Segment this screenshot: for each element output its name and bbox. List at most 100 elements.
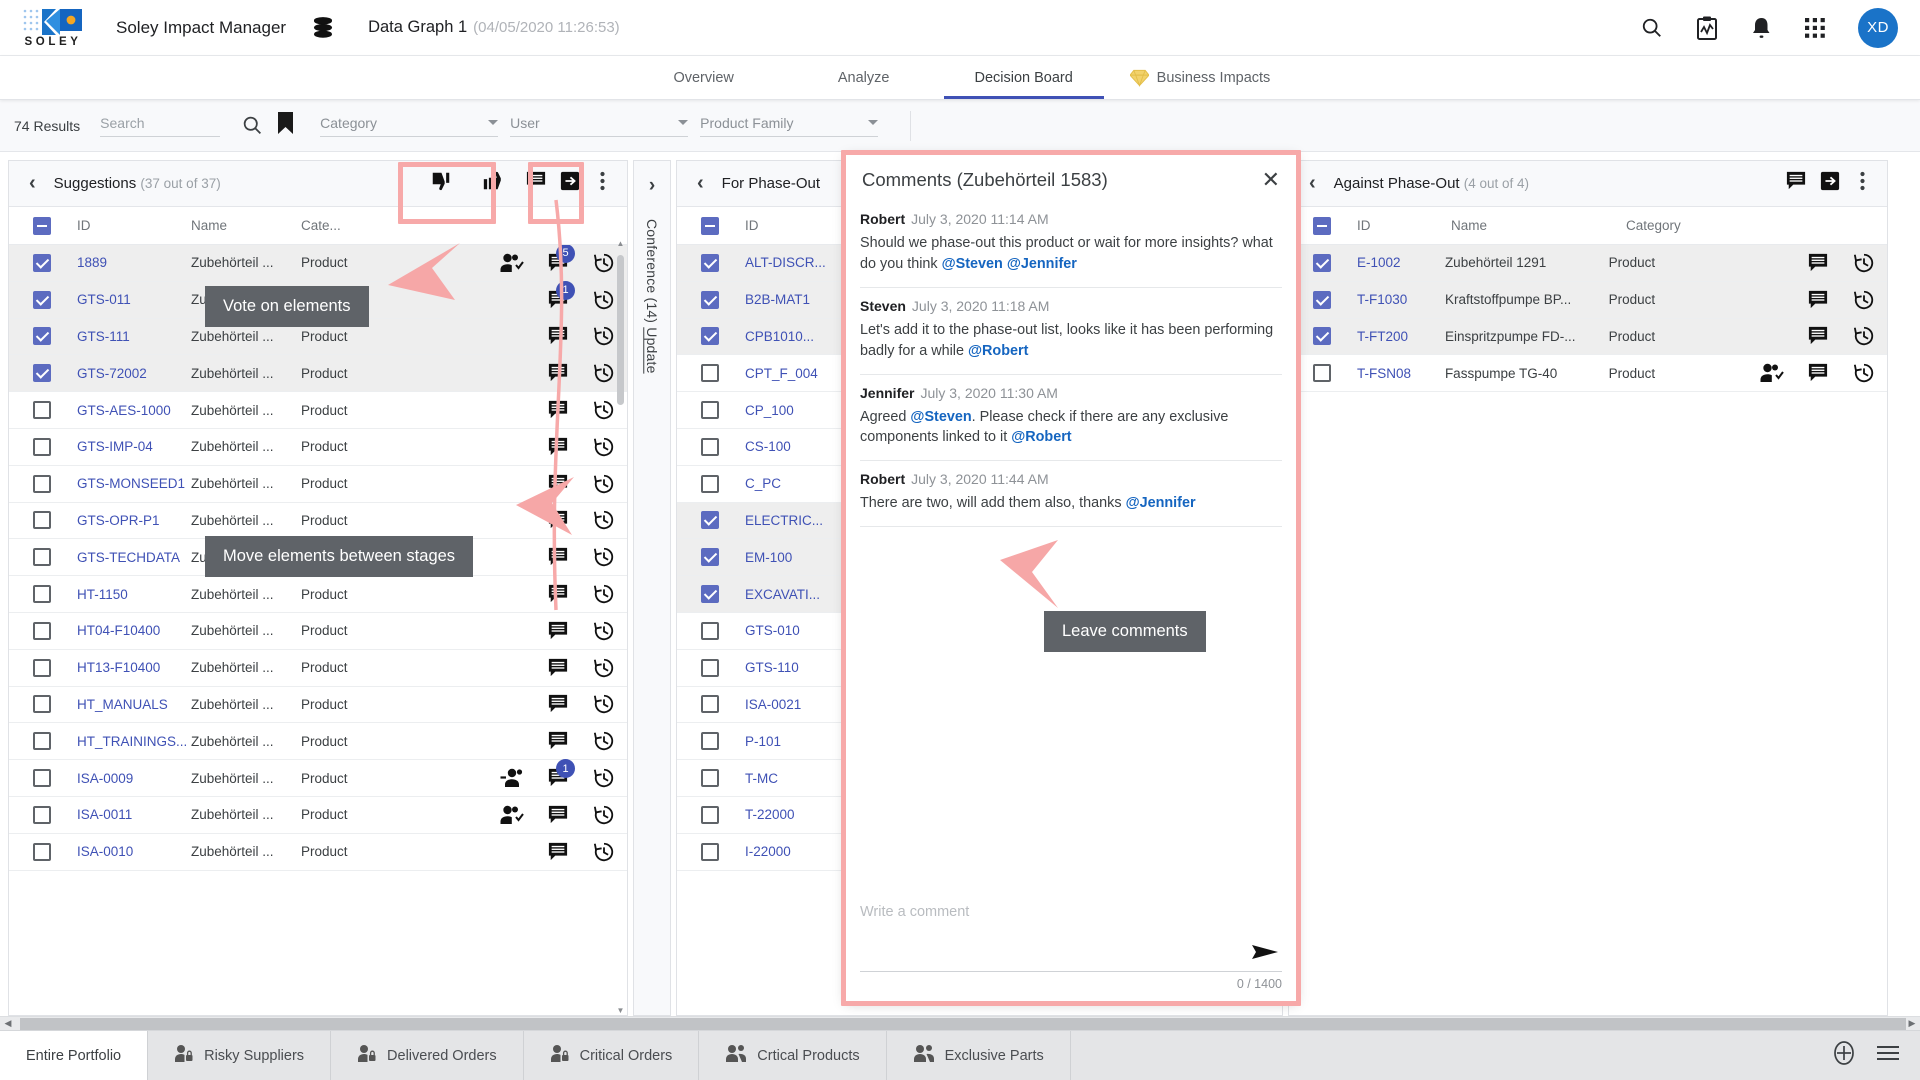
- row-checkbox[interactable]: [1313, 364, 1331, 383]
- comment-icon[interactable]: [535, 326, 581, 346]
- move-right-icon[interactable]: [1820, 171, 1840, 196]
- table-row[interactable]: 1889 Zubehörteil ... Product 5: [9, 245, 627, 282]
- mention-link[interactable]: @Jennifer: [1007, 256, 1077, 272]
- row-checkbox[interactable]: [33, 732, 51, 751]
- horizontal-scrollbar[interactable]: ◀ ▶: [0, 1016, 1920, 1030]
- bottom-tab-exclusive-parts[interactable]: Exclusive Parts: [887, 1031, 1071, 1080]
- suggestions-scrollbar[interactable]: ▲ ▼: [616, 239, 625, 1015]
- table-row[interactable]: GTS-IMP-04 Zubehörteil ... Product: [9, 429, 627, 466]
- table-row[interactable]: ISA-0009 Zubehörteil ... Product 1: [9, 759, 627, 797]
- row-checkbox[interactable]: [33, 290, 51, 309]
- row-checkbox[interactable]: [33, 805, 51, 824]
- tab-business-impacts[interactable]: Business Impacts: [1104, 56, 1297, 99]
- table-row[interactable]: T-F1030 Kraftstoffpumpe BP... Product: [1289, 281, 1887, 319]
- comment-icon[interactable]: [535, 510, 581, 530]
- comment-textarea[interactable]: Write a comment: [860, 900, 1282, 972]
- comment-icon[interactable]: [535, 805, 581, 825]
- cell-id[interactable]: P-101: [719, 734, 859, 749]
- row-checkbox[interactable]: [701, 327, 719, 346]
- thumbs-up-icon[interactable]: [474, 170, 512, 197]
- cell-id[interactable]: HT_MANUALS: [51, 697, 191, 712]
- comment-icon[interactable]: 1: [535, 280, 581, 310]
- cell-id[interactable]: EM-100: [719, 550, 859, 565]
- row-checkbox[interactable]: [33, 364, 51, 383]
- history-icon[interactable]: [1841, 362, 1887, 384]
- cell-id[interactable]: ISA-0021: [719, 697, 859, 712]
- comment-icon[interactable]: 5: [535, 245, 581, 273]
- row-checkbox[interactable]: [33, 621, 51, 640]
- cell-id[interactable]: GTS-IMP-04: [51, 439, 191, 454]
- cell-id[interactable]: T-22000: [719, 807, 859, 822]
- mention-link[interactable]: @Jennifer: [1126, 495, 1196, 511]
- search-submit-icon[interactable]: [242, 115, 263, 136]
- thumbs-down-icon[interactable]: [422, 170, 460, 197]
- comment-icon[interactable]: [535, 658, 581, 678]
- users-check-icon[interactable]: [1749, 363, 1795, 383]
- select-all-checkbox[interactable]: [701, 216, 719, 235]
- comment-icon[interactable]: [1795, 363, 1841, 383]
- comment-icon[interactable]: [1786, 171, 1806, 196]
- close-icon[interactable]: ✕: [1262, 169, 1280, 191]
- cell-id[interactable]: HT13-F10400: [51, 660, 191, 675]
- row-checkbox[interactable]: [701, 511, 719, 530]
- cell-id[interactable]: CP_100: [719, 403, 859, 418]
- comment-icon[interactable]: 1: [535, 759, 581, 788]
- row-checkbox[interactable]: [33, 474, 51, 493]
- table-row[interactable]: HT13-F10400 Zubehörteil ... Product: [9, 650, 627, 687]
- row-checkbox[interactable]: [33, 511, 51, 530]
- graph-title[interactable]: Data Graph 1 (04/05/2020 11:26:53): [368, 18, 620, 37]
- collapse-left-icon[interactable]: ‹: [21, 172, 44, 195]
- row-checkbox[interactable]: [701, 401, 719, 420]
- cell-id[interactable]: ELECTRIC...: [719, 513, 859, 528]
- history-icon[interactable]: [1841, 252, 1887, 274]
- database-icon[interactable]: [312, 16, 334, 40]
- comment-icon[interactable]: [535, 731, 581, 751]
- row-checkbox[interactable]: [701, 437, 719, 456]
- table-row[interactable]: ISA-0011 Zubehörteil ... Product: [9, 797, 627, 834]
- conference-update-link[interactable]: Update: [644, 327, 660, 373]
- cell-id[interactable]: EXCAVATI...: [719, 587, 859, 602]
- bottom-tab-critical-orders[interactable]: Critical Orders: [524, 1031, 700, 1080]
- users-check-icon[interactable]: [489, 805, 535, 825]
- row-checkbox[interactable]: [701, 842, 719, 861]
- table-row[interactable]: T-FT200 Einspritzpumpe FD-... Product: [1289, 318, 1887, 356]
- cell-id[interactable]: ISA-0009: [51, 771, 191, 786]
- cell-id[interactable]: GTS-010: [719, 623, 859, 638]
- comment-icon[interactable]: [535, 547, 581, 567]
- cell-id[interactable]: T-FSN08: [1331, 366, 1445, 381]
- row-checkbox[interactable]: [33, 437, 51, 456]
- scroll-right-icon[interactable]: ▶: [1904, 1018, 1920, 1029]
- row-checkbox[interactable]: [33, 253, 51, 272]
- table-row[interactable]: HT_TRAININGS... Zubehörteil ... Product: [9, 723, 627, 761]
- row-checkbox[interactable]: [33, 842, 51, 861]
- search-input[interactable]: Search: [100, 115, 221, 137]
- cell-id[interactable]: T-MC: [719, 771, 859, 786]
- row-checkbox[interactable]: [1313, 290, 1331, 309]
- history-icon[interactable]: [1841, 289, 1887, 311]
- comment-icon[interactable]: [535, 842, 581, 862]
- cell-id[interactable]: HT_TRAININGS...: [51, 734, 191, 749]
- row-checkbox[interactable]: [33, 769, 51, 788]
- cell-id[interactable]: HT-1150: [51, 587, 191, 602]
- row-checkbox[interactable]: [1313, 327, 1331, 346]
- cell-id[interactable]: CPB1010...: [719, 329, 859, 344]
- select-all-checkbox[interactable]: [1313, 216, 1331, 235]
- bottom-tab-delivered-orders[interactable]: Delivered Orders: [331, 1031, 524, 1080]
- row-checkbox[interactable]: [33, 658, 51, 677]
- tab-analyze[interactable]: Analyze: [784, 56, 944, 99]
- tab-decision-board[interactable]: Decision Board: [943, 56, 1104, 99]
- comment-icon[interactable]: [535, 694, 581, 714]
- collapse-left-icon[interactable]: ‹: [1301, 172, 1324, 195]
- cell-id[interactable]: ISA-0011: [51, 807, 191, 822]
- table-row[interactable]: HT_MANUALS Zubehörteil ... Product: [9, 687, 627, 724]
- comment-icon[interactable]: [1795, 253, 1841, 273]
- row-checkbox[interactable]: [701, 805, 719, 824]
- cell-id[interactable]: GTS-TECHDATA: [51, 550, 191, 565]
- cell-id[interactable]: T-FT200: [1331, 329, 1445, 344]
- row-checkbox[interactable]: [701, 732, 719, 751]
- category-select[interactable]: Category: [320, 115, 499, 137]
- bookmark-icon[interactable]: [277, 111, 294, 140]
- row-checkbox[interactable]: [701, 474, 719, 493]
- cell-id[interactable]: ALT-DISCR...: [719, 255, 859, 270]
- table-row[interactable]: GTS-AES-1000 Zubehörteil ... Product: [9, 392, 627, 429]
